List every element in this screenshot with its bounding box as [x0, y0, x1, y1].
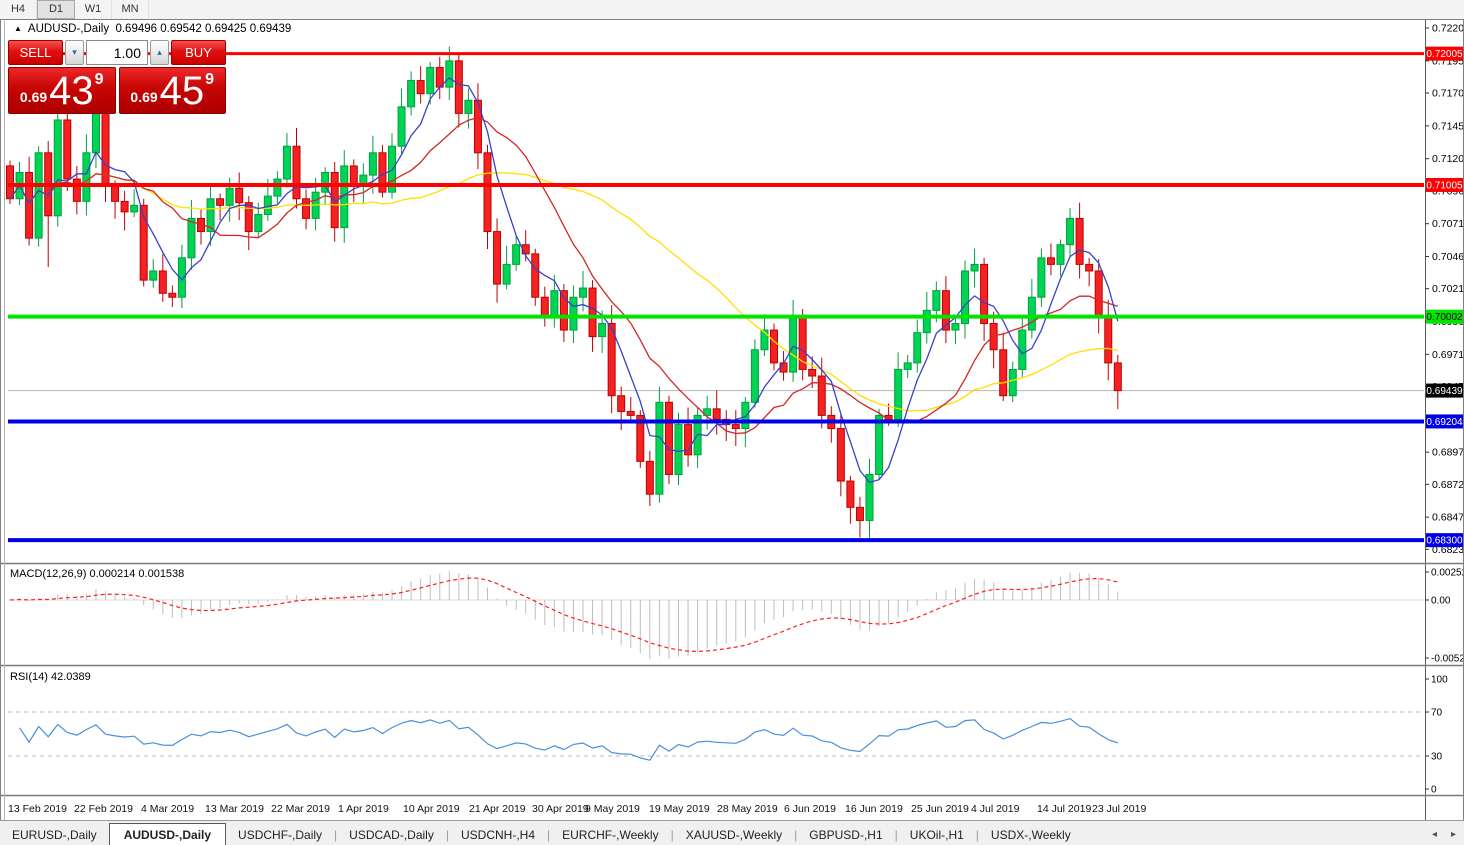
window-left-groove: [4, 21, 5, 821]
buy-button[interactable]: BUY: [171, 40, 226, 65]
tab-gbpusd-h1[interactable]: GBPUSD-,H1: [797, 824, 894, 845]
buy-price-point: 9: [205, 71, 214, 89]
collapse-triangle-icon[interactable]: ▲: [14, 24, 22, 33]
sell-price-point: 9: [95, 71, 104, 89]
tab-eurchf-weekly[interactable]: EURCHF-,Weekly: [550, 824, 670, 845]
tab-usdcnh-h4[interactable]: USDCNH-,H4: [449, 824, 547, 845]
sell-price-box[interactable]: 0.69 43 9: [8, 67, 116, 114]
mt4-terminal-window: 0.722000.719500.717050.714550.712050.709…: [0, 0, 1464, 845]
buy-price-box[interactable]: 0.69 45 9: [119, 67, 227, 114]
buy-price-pips: 45: [160, 71, 205, 111]
rsi-indicator-label: RSI(14) 42.0389: [10, 671, 91, 683]
tab-eurusd-daily[interactable]: EURUSD-,Daily: [0, 824, 109, 845]
timeframe-button-d1[interactable]: D1: [37, 0, 75, 19]
tab-scroll-left-icon[interactable]: ◂: [1432, 824, 1437, 845]
timeframe-button-mn[interactable]: MN: [112, 0, 149, 19]
chart-title-text: AUDUSD-,Daily 0.69496 0.69542 0.69425 0.…: [28, 23, 291, 35]
chart-title: ▲ AUDUSD-,Daily 0.69496 0.69542 0.69425 0…: [14, 23, 291, 35]
sell-price-prefix: 0.69: [20, 89, 47, 105]
sell-price-pips: 43: [49, 71, 94, 111]
tab-usdx-weekly[interactable]: USDX-,Weekly: [979, 824, 1083, 845]
tab-xauusd-weekly[interactable]: XAUUSD-,Weekly: [674, 824, 794, 845]
volume-input[interactable]: [86, 40, 148, 65]
timeframe-toolbar: H4D1W1MN: [0, 0, 1464, 20]
chart-window-border: [0, 19, 1464, 845]
tab-scroll-right-icon[interactable]: ▸: [1451, 824, 1456, 845]
macd-indicator-label: MACD(12,26,9) 0.000214 0.001538: [10, 568, 184, 580]
sell-button[interactable]: SELL: [8, 40, 63, 65]
chart-tab-bar: EURUSD-,DailyAUDUSD-,DailyUSDCHF-,Daily|…: [0, 820, 1464, 845]
tab-ukoil-h1[interactable]: UKOil-,H1: [898, 824, 976, 845]
tab-usdcad-daily[interactable]: USDCAD-,Daily: [337, 824, 446, 845]
timeframe-button-h4[interactable]: H4: [0, 0, 37, 19]
tab-usdchf-daily[interactable]: USDCHF-,Daily: [226, 824, 334, 845]
volume-decrease-button[interactable]: ▾: [65, 40, 84, 65]
one-click-trade-panel: SELL ▾ ▴ BUY 0.69 43 9 0.69 45 9: [8, 40, 226, 114]
tab-audusd-daily[interactable]: AUDUSD-,Daily: [109, 823, 226, 845]
buy-price-prefix: 0.69: [130, 89, 157, 105]
timeframe-button-w1[interactable]: W1: [75, 0, 112, 19]
volume-increase-button[interactable]: ▴: [150, 40, 169, 65]
